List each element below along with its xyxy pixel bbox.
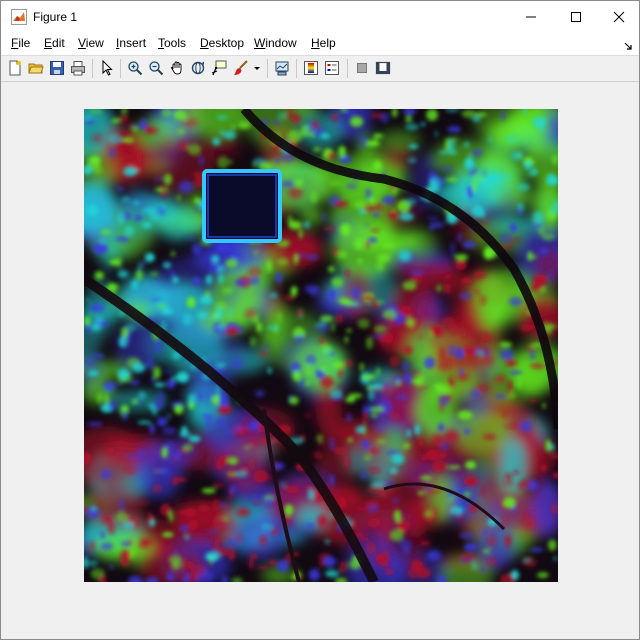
menu-desktop[interactable]: Desktop xyxy=(200,36,244,50)
save-icon[interactable] xyxy=(48,59,66,77)
false-color-image[interactable] xyxy=(84,109,558,582)
window-title: Figure 1 xyxy=(33,10,78,24)
brush-icon[interactable] xyxy=(232,59,250,77)
insert-legend-icon[interactable] xyxy=(323,59,341,77)
toolbar-separator xyxy=(120,59,121,78)
close-icon xyxy=(613,11,624,23)
link-plot-icon[interactable] xyxy=(273,59,291,77)
toolbar-separator xyxy=(92,59,93,78)
toolbar-separator xyxy=(296,59,297,78)
close-button[interactable] xyxy=(596,1,641,33)
menu-tools[interactable]: Tools xyxy=(158,36,186,50)
zoom-in-icon[interactable] xyxy=(126,59,144,77)
toolbar-separator xyxy=(347,59,348,78)
menu-edit[interactable]: Edit xyxy=(44,36,65,50)
menu-insert[interactable]: Insert xyxy=(116,36,146,50)
print-icon[interactable] xyxy=(69,59,87,77)
figure-window: Figure 1 File Edit View Insert Tools Des… xyxy=(0,0,640,640)
data-cursor-icon[interactable] xyxy=(210,59,228,77)
dock-arrow-icon[interactable] xyxy=(623,38,633,50)
open-file-icon[interactable] xyxy=(27,59,45,77)
insert-colorbar-icon[interactable] xyxy=(302,59,320,77)
brush-dropdown-icon[interactable] xyxy=(252,59,262,77)
minimize-icon xyxy=(525,16,536,18)
maximize-button[interactable] xyxy=(553,1,598,33)
minimize-button[interactable] xyxy=(508,1,553,33)
zoom-out-icon[interactable] xyxy=(147,59,165,77)
toolbar-separator xyxy=(267,59,268,78)
reservoir-square xyxy=(202,169,282,243)
menu-file[interactable]: File xyxy=(11,36,30,50)
menu-bar: File Edit View Insert Tools Desktop Wind… xyxy=(1,33,639,56)
title-bar[interactable]: Figure 1 xyxy=(1,1,639,33)
menu-view[interactable]: View xyxy=(78,36,104,50)
maximize-icon xyxy=(570,12,581,22)
menu-window[interactable]: Window xyxy=(254,36,297,50)
show-plot-tools-icon[interactable] xyxy=(374,59,392,77)
matlab-icon xyxy=(11,9,27,25)
figure-toolbar xyxy=(1,56,639,82)
rotate-3d-icon[interactable] xyxy=(189,59,207,77)
pan-icon[interactable] xyxy=(168,59,186,77)
edit-plot-icon[interactable] xyxy=(98,59,116,77)
menu-help[interactable]: Help xyxy=(311,36,336,50)
new-figure-icon[interactable] xyxy=(6,59,24,77)
hide-plot-tools-icon[interactable] xyxy=(353,59,371,77)
